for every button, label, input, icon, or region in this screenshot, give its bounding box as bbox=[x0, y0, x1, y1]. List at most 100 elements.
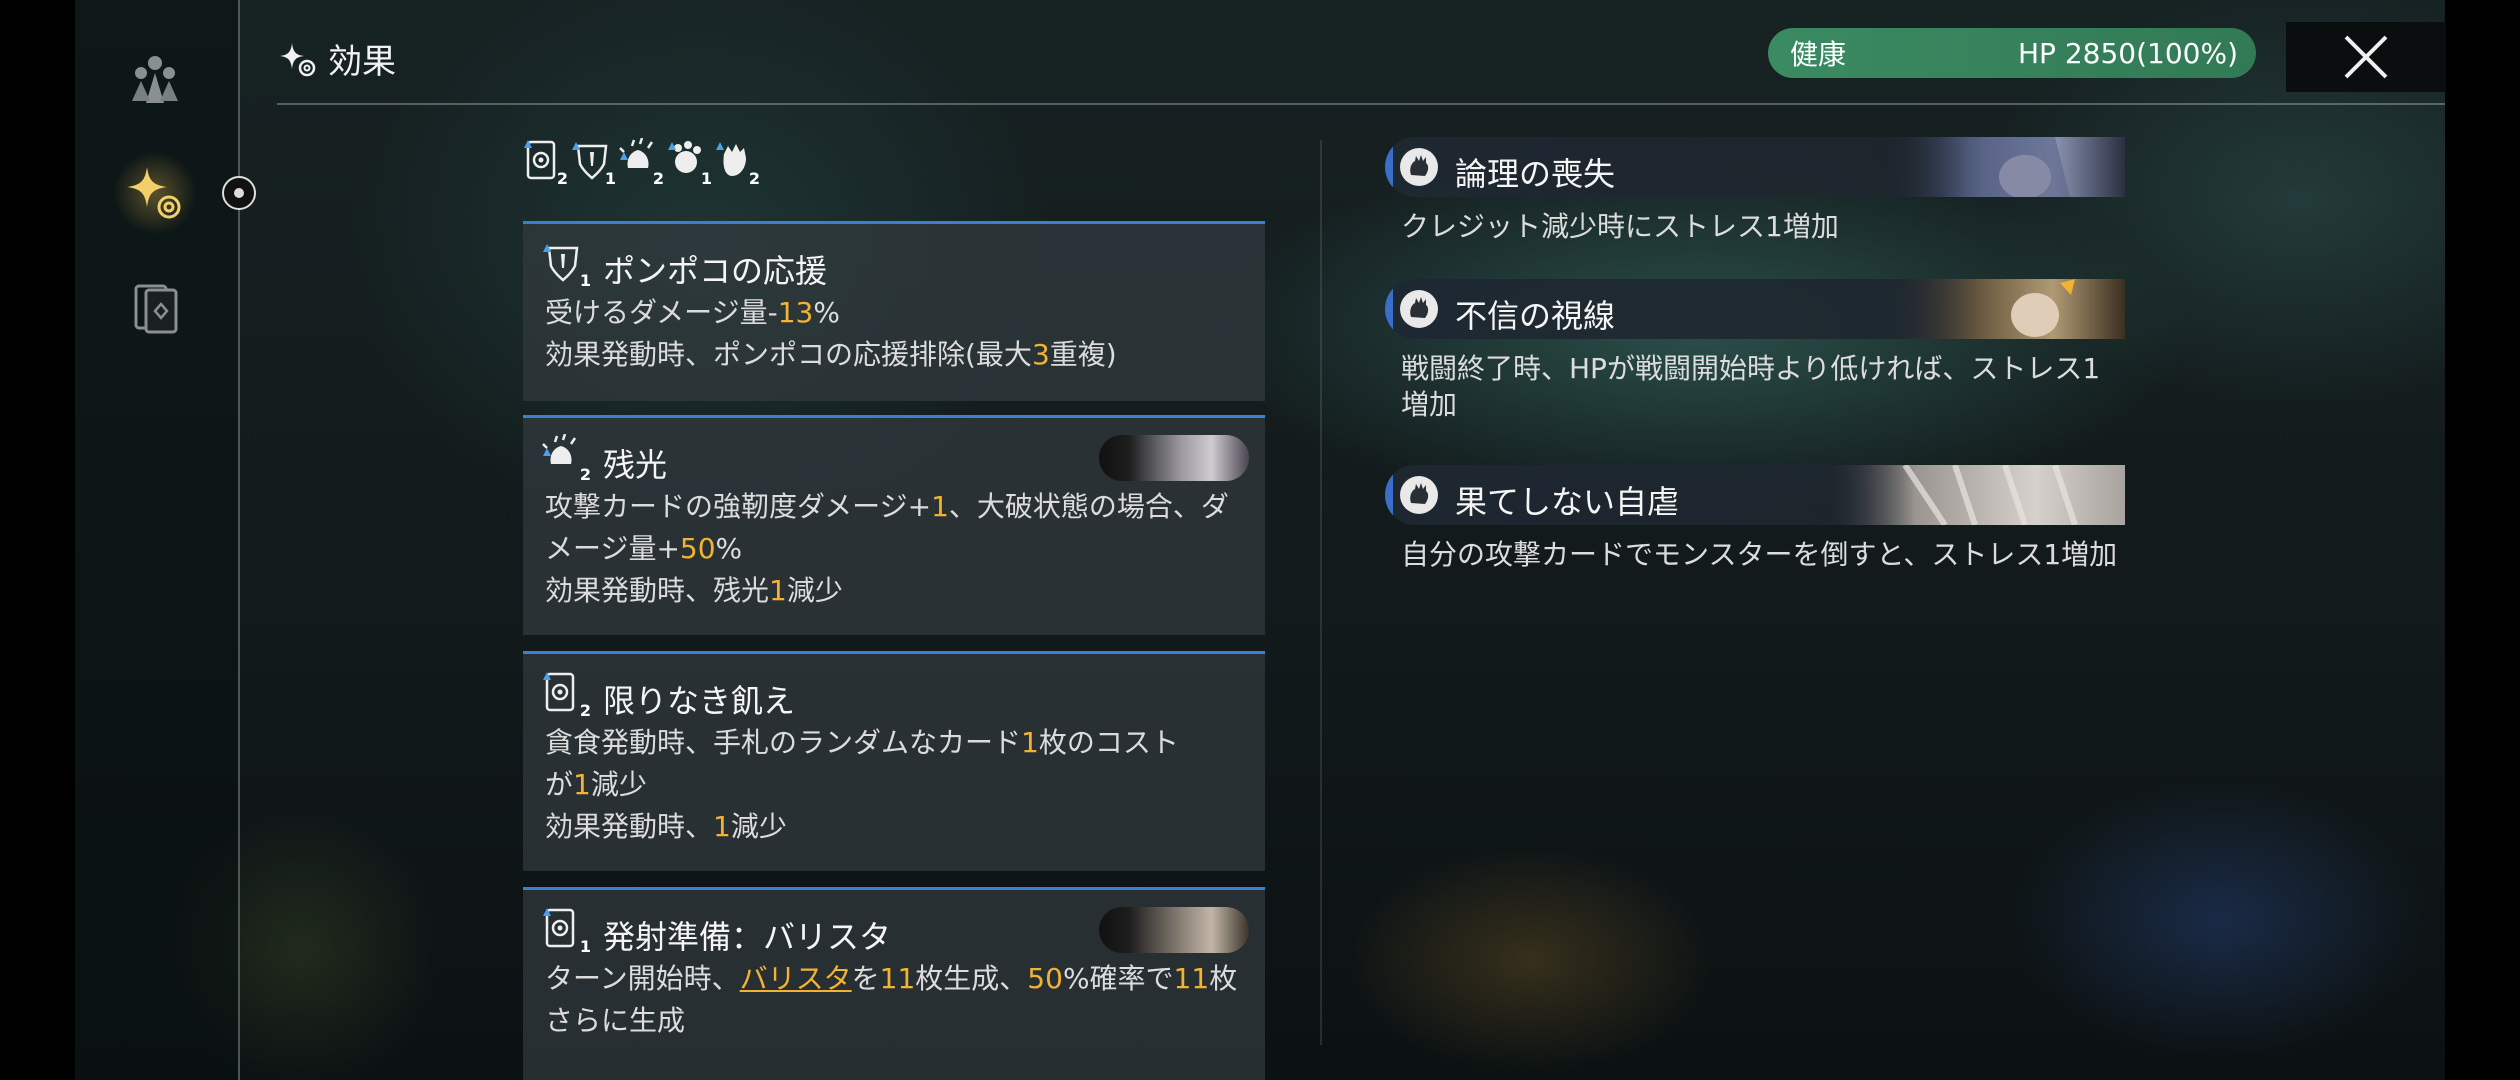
description-text: 効果発動時、残光 bbox=[545, 574, 770, 607]
buff-paw-icon[interactable]: 1 bbox=[666, 138, 712, 188]
buff-stack-count: 2 bbox=[556, 169, 568, 188]
card-deck-icon bbox=[134, 284, 178, 334]
buff-stack-count: 1 bbox=[604, 169, 616, 188]
header-divider bbox=[277, 103, 2445, 105]
description-text: 減少 bbox=[786, 574, 843, 607]
rail-deck-button[interactable] bbox=[110, 262, 200, 352]
close-button[interactable] bbox=[2286, 22, 2446, 92]
effect-card[interactable]: 2 限りなき飢え 貪食発動時、手札のランダムなカード1枚のコスト が1減少 効果発動時、… bbox=[523, 651, 1265, 871]
description-line: さらに生成 bbox=[545, 1000, 1245, 1042]
description-text: % bbox=[813, 296, 840, 329]
effect-distrust-gaze[interactable]: 不信の視線 戦闘終了時、HPが戦闘開始時より低ければ、ストレス1増加 bbox=[1385, 279, 2125, 423]
stack-count: 1 bbox=[579, 271, 591, 290]
character-portrait bbox=[1885, 279, 2125, 339]
health-label: 健康 bbox=[1790, 38, 1847, 71]
description-line: ターン開始時、バリスタを11枚生成、50%確率で11枚 bbox=[545, 958, 1245, 1000]
hunger-icon bbox=[543, 672, 575, 712]
description-text: さらに生成 bbox=[545, 1004, 686, 1037]
effect-card-description: ターン開始時、バリスタを11枚生成、50%確率で11枚さらに生成 bbox=[523, 948, 1265, 1042]
description-text: % bbox=[715, 532, 743, 565]
effect-card-header: 2 残光 bbox=[523, 418, 1265, 484]
party-icon bbox=[132, 56, 178, 103]
highlight-value: 11 bbox=[1173, 962, 1210, 995]
highlight-value: 50 bbox=[679, 532, 716, 565]
highlight-value: 11 bbox=[879, 962, 916, 995]
effect-card-description: 攻撃カードの強靭度ダメージ+1、大破状態の場合、ダ メージ量+50% 効果発動時、残… bbox=[523, 476, 1265, 612]
description-text: 減少 bbox=[590, 768, 647, 801]
effect-description: 自分の攻撃カードでモンスターを倒すと、ストレス1増加 bbox=[1401, 538, 2118, 571]
description-text: 枚 bbox=[1209, 962, 1238, 995]
effect-title: 不信の視線 bbox=[1455, 297, 1616, 335]
hp-value: HP 2850(100%) bbox=[2018, 36, 2238, 70]
description-text: 受けるダメージ量- bbox=[545, 296, 778, 329]
description-line: 受けるダメージ量-13% bbox=[545, 292, 1245, 334]
description-line: メージ量+50% bbox=[545, 528, 1245, 570]
effect-card-description: 貪食発動時、手札のランダムなカード1枚のコスト が1減少 効果発動時、1減少 bbox=[523, 712, 1265, 848]
effect-card-icon: 1 bbox=[541, 240, 591, 290]
claw-hand-icon bbox=[1400, 290, 1438, 328]
highlight-value: 1 bbox=[713, 810, 731, 843]
effect-card-icon: 1 bbox=[541, 906, 591, 956]
buff-ponpoko-icon[interactable]: 1 bbox=[570, 138, 616, 188]
rail-effects-button[interactable] bbox=[110, 148, 200, 238]
highlight-value: 13 bbox=[777, 296, 814, 329]
description-text: 枚のコスト bbox=[1038, 726, 1179, 759]
effect-card-icon: 2 bbox=[541, 433, 591, 484]
highlight-value: 1 bbox=[931, 490, 949, 523]
description-line: 効果発動時、ポンポコの応援排除(最大3重複) bbox=[545, 334, 1245, 376]
page-title-text: 効果 bbox=[328, 42, 396, 82]
buff-fist-icon[interactable]: 2 bbox=[714, 138, 760, 188]
effect-card-title: ポンポコの応援 bbox=[603, 252, 828, 290]
description-text: 減少 bbox=[730, 810, 787, 843]
effect-description: 戦闘終了時、HPが戦闘開始時より低ければ、ストレス1増加 bbox=[1401, 352, 2101, 421]
description-text: %確率で bbox=[1062, 962, 1174, 995]
description-text: 貪食発動時、手札のランダムなカード bbox=[545, 726, 1022, 759]
highlight-value: 3 bbox=[1031, 338, 1050, 371]
character-portrait bbox=[1099, 907, 1249, 953]
effect-card[interactable]: 1 ポンポコの応援 受けるダメージ量-13% 効果発動時、ポンポコの応援排除(最大3重… bbox=[523, 221, 1265, 401]
buff-stack-count: 2 bbox=[652, 169, 664, 188]
description-text: 、大破状態の場合、ダ bbox=[948, 490, 1229, 523]
ponpoko-icon bbox=[543, 244, 579, 282]
buff-stack-count: 1 bbox=[700, 169, 712, 188]
close-icon bbox=[2344, 35, 2388, 79]
effect-header: 果てしない自虐 bbox=[1385, 465, 2125, 525]
highlight-value: 50 bbox=[1027, 962, 1063, 995]
character-portrait bbox=[1099, 435, 1249, 481]
page-title: 効果 bbox=[278, 34, 396, 83]
letterbox-right bbox=[2445, 0, 2520, 1080]
letterbox-left bbox=[0, 0, 75, 1080]
effect-header: 論理の喪失 bbox=[1385, 137, 2125, 197]
description-text: 攻撃カードの強靭度ダメージ+ bbox=[545, 490, 932, 523]
character-portrait bbox=[1885, 137, 2125, 197]
effect-card[interactable]: 2 残光 攻撃カードの強靭度ダメージ+1、大破状態の場合、ダ メージ量+50% 効果発動… bbox=[523, 415, 1265, 635]
rail-divider bbox=[238, 0, 240, 1080]
effect-card-header: 1 ポンポコの応援 bbox=[523, 224, 1265, 290]
description-text: が bbox=[545, 768, 574, 801]
description-text: 効果発動時、 bbox=[545, 810, 714, 843]
effect-card[interactable]: 1 発射準備：バリスタ ターン開始時、バリスタを11枚生成、50%確率で11枚 さらに… bbox=[523, 887, 1265, 1080]
buff-hunger-icon[interactable]: 2 bbox=[522, 138, 568, 188]
buff-afterglow-icon[interactable]: 2 bbox=[618, 137, 664, 188]
effect-card-title: 限りなき飢え bbox=[603, 682, 796, 720]
description-text: 重複) bbox=[1049, 338, 1117, 371]
rail-selection-marker bbox=[222, 176, 256, 210]
description-line: 効果発動時、1減少 bbox=[545, 806, 1245, 848]
description-line: 攻撃カードの強靭度ダメージ+1、大破状態の場合、ダ bbox=[545, 486, 1245, 528]
description-text: 枚生成、 bbox=[915, 962, 1028, 995]
effect-card-icon: 2 bbox=[541, 670, 591, 720]
effect-title: 論理の喪失 bbox=[1455, 155, 1616, 193]
hunger-icon bbox=[543, 908, 575, 948]
effects-sparkle-icon bbox=[127, 167, 181, 219]
description-text: メージ量+ bbox=[545, 532, 680, 565]
buff-stack-count: 2 bbox=[748, 169, 760, 188]
effect-card-title: 残光 bbox=[603, 446, 668, 484]
stack-count: 1 bbox=[579, 937, 591, 956]
effect-header: 不信の視線 bbox=[1385, 279, 2125, 339]
keyword-link[interactable]: バリスタ bbox=[740, 962, 852, 995]
rail-party-button[interactable] bbox=[110, 35, 200, 125]
description-line: 貪食発動時、手札のランダムなカード1枚のコスト bbox=[545, 722, 1245, 764]
effect-card-header: 2 限りなき飢え bbox=[523, 654, 1265, 720]
effect-logic-loss[interactable]: 論理の喪失 クレジット減少時にストレス1増加 bbox=[1385, 137, 2125, 245]
effect-endless-self-abuse[interactable]: 果てしない自虐 自分の攻撃カードでモンスターを倒すと、ストレス1増加 bbox=[1385, 465, 2125, 573]
